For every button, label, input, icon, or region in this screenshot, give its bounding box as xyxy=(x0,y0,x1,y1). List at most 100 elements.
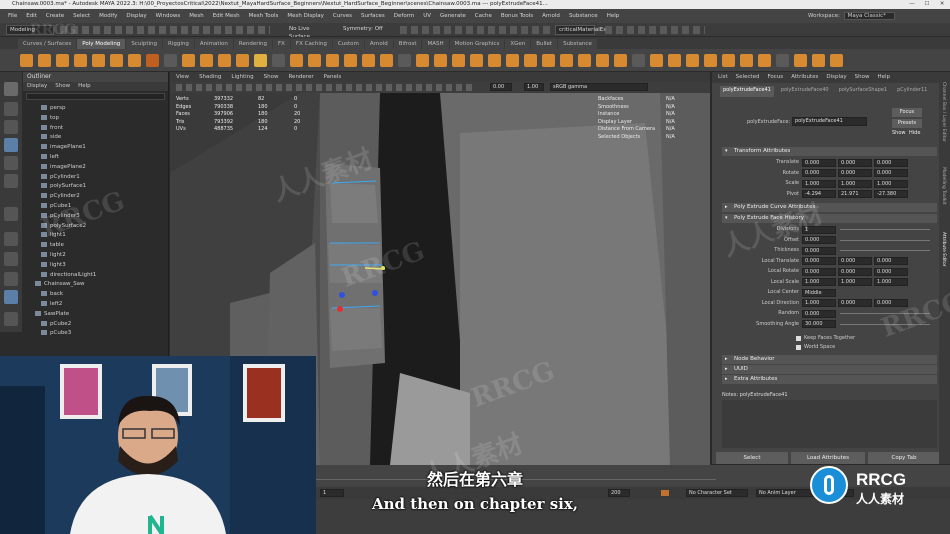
attr-field[interactable]: 21.971 xyxy=(838,190,872,198)
node-name-field[interactable]: polyExtrudeFace41 xyxy=(792,117,867,126)
minimize-button[interactable]: — xyxy=(905,0,919,9)
ae-tab-polysurfaceshape1[interactable]: polySurfaceShape1 xyxy=(836,86,890,97)
node-behavior-section[interactable]: Node Behavior xyxy=(722,355,937,364)
world-space-check-icon[interactable] xyxy=(796,345,801,350)
shelf-tool-icon[interactable] xyxy=(344,53,357,67)
ae-menu-show[interactable]: Show xyxy=(855,72,870,83)
copy-tab-button[interactable]: Copy Tab xyxy=(868,452,940,464)
outliner-item[interactable]: pCube3 xyxy=(23,329,168,339)
outliner-menu-display[interactable]: Display xyxy=(27,82,47,91)
extra-attributes-section[interactable]: Extra Attributes xyxy=(722,375,937,384)
color-space-dropdown[interactable]: sRGB gamma xyxy=(550,83,648,91)
attr-field[interactable]: 1.000 xyxy=(838,278,872,286)
close-button[interactable]: ✕ xyxy=(935,0,949,9)
attr-slider[interactable] xyxy=(840,229,930,230)
menu-bonus-tools[interactable]: Bonus Tools xyxy=(501,13,533,19)
ae-menu-attributes[interactable]: Attributes xyxy=(791,72,818,83)
shelf-tab-xgen[interactable]: XGen xyxy=(505,39,531,49)
shelf-tool-icon[interactable] xyxy=(740,53,753,67)
outliner-item[interactable]: directionalLight1 xyxy=(23,271,168,281)
shelf-tool-icon[interactable] xyxy=(200,53,213,67)
layout-four-icon[interactable] xyxy=(4,232,18,246)
shelf-tool-icon[interactable] xyxy=(308,53,321,67)
shelf-tool-icon[interactable] xyxy=(578,53,591,67)
menu-windows[interactable]: Windows xyxy=(156,13,181,19)
layout-outliner-icon[interactable] xyxy=(4,272,18,286)
menu-edit[interactable]: Edit xyxy=(26,13,37,19)
shelf-tool-icon[interactable] xyxy=(254,53,267,67)
attr-field[interactable]: 0.000 xyxy=(802,246,836,255)
shelf-tool-icon[interactable] xyxy=(182,53,195,67)
menu-select[interactable]: Select xyxy=(73,13,90,19)
menu-cache[interactable]: Cache xyxy=(475,13,492,19)
attr-field[interactable]: 1.000 xyxy=(874,278,908,286)
maximize-button[interactable]: ☐ xyxy=(920,0,934,9)
menu-arnold[interactable]: Arnold xyxy=(542,13,560,19)
focus-button[interactable]: Focus xyxy=(892,108,922,117)
menu-surfaces[interactable]: Surfaces xyxy=(361,13,385,19)
rotate-tool-icon[interactable] xyxy=(4,156,18,170)
menu-help[interactable]: Help xyxy=(607,13,620,19)
exposure-field[interactable]: 0.00 xyxy=(490,83,512,91)
attr-field[interactable]: 0.000 xyxy=(838,257,872,265)
attr-field[interactable]: 30.000 xyxy=(802,320,836,328)
show-button[interactable]: Show xyxy=(892,129,906,137)
attr-field[interactable]: 0.000 xyxy=(874,169,908,177)
attribute-editor-tab[interactable]: Attribute Editor xyxy=(941,232,946,267)
attr-slider[interactable] xyxy=(840,239,930,241)
ae-menu-list[interactable]: List xyxy=(718,72,728,83)
layout-two-icon[interactable] xyxy=(4,252,18,266)
ae-tab-polyextrudeface40[interactable]: polyExtrudeFace40 xyxy=(778,86,832,97)
shelf-tool-icon[interactable] xyxy=(812,53,825,67)
shelf-tool-icon[interactable] xyxy=(290,53,303,67)
lasso-tool-icon[interactable] xyxy=(4,102,18,116)
attr-field[interactable]: 0.000 xyxy=(874,257,908,265)
shelf-tab-bullet[interactable]: Bullet xyxy=(531,39,558,49)
menu-file[interactable]: File xyxy=(8,13,17,19)
shelf-tool-icon[interactable] xyxy=(758,53,771,67)
shelf-tab-motion-graphics[interactable]: Motion Graphics xyxy=(449,39,505,49)
menu-edit-mesh[interactable]: Edit Mesh xyxy=(213,13,240,19)
shelf-tool-icon[interactable] xyxy=(92,53,105,67)
shelf-tool-icon[interactable] xyxy=(110,53,123,67)
shelf-tool-icon[interactable] xyxy=(398,53,411,67)
notes-textarea[interactable] xyxy=(722,400,937,448)
viewport-menu-view[interactable]: View xyxy=(176,72,189,82)
menu-mesh-tools[interactable]: Mesh Tools xyxy=(249,13,279,19)
outliner-item[interactable]: top xyxy=(23,114,168,124)
viewport-menu-lighting[interactable]: Lighting xyxy=(231,72,253,82)
scale-tool-icon[interactable] xyxy=(4,174,18,188)
attr-field[interactable]: 0.000 xyxy=(802,158,836,167)
attr-field[interactable]: 1.000 xyxy=(802,278,836,286)
outliner-item[interactable]: persp xyxy=(23,104,168,114)
outliner-item[interactable]: imagePlane1 xyxy=(23,143,168,153)
transform-attributes-section[interactable]: Transform Attributes xyxy=(722,147,937,156)
shelf-tool-icon[interactable] xyxy=(326,53,339,67)
viewport-toolbar-icons[interactable] xyxy=(176,84,476,91)
paint-select-icon[interactable] xyxy=(4,120,18,134)
shelf-tool-icon[interactable] xyxy=(704,53,717,67)
shelf-tool-icon[interactable] xyxy=(128,53,141,67)
attr-field[interactable]: 1.000 xyxy=(802,179,836,188)
ae-menu-focus[interactable]: Focus xyxy=(767,72,783,83)
outliner-item[interactable]: left2 xyxy=(23,300,168,310)
select-button[interactable]: Select xyxy=(716,452,788,464)
shelf-tool-icon[interactable] xyxy=(272,53,285,67)
menu-modify[interactable]: Modify xyxy=(99,13,117,19)
shelf-tool-icon[interactable] xyxy=(560,53,573,67)
outliner-item[interactable]: light3 xyxy=(23,261,168,271)
shelf-tool-icon[interactable] xyxy=(380,53,393,67)
move-tool-icon[interactable] xyxy=(4,138,18,152)
viewport-menu-panels[interactable]: Panels xyxy=(324,72,342,82)
attr-field[interactable]: 0.000 xyxy=(802,267,836,276)
search-icon[interactable] xyxy=(4,312,18,326)
shelf-tool-icon[interactable] xyxy=(146,53,159,67)
status-line-icons-2[interactable] xyxy=(400,26,550,34)
outliner-item[interactable]: pCylinder1 xyxy=(23,173,168,183)
shelf-tab-custom[interactable]: Custom xyxy=(332,39,364,49)
shelf-tool-icon[interactable] xyxy=(776,53,789,67)
attr-field[interactable]: 1.000 xyxy=(838,179,872,188)
shelf-tab-fx-caching[interactable]: FX Caching xyxy=(290,39,332,49)
menu-mesh-display[interactable]: Mesh Display xyxy=(287,13,324,19)
menu-create[interactable]: Create xyxy=(46,13,64,19)
